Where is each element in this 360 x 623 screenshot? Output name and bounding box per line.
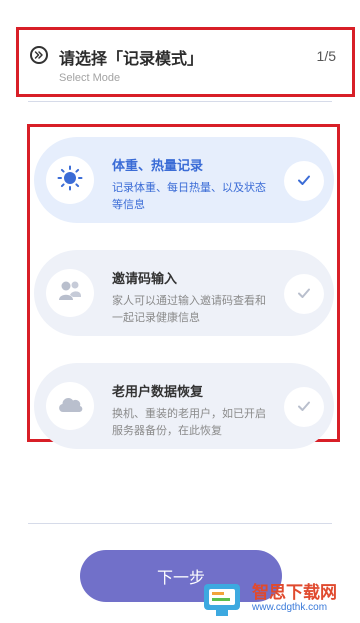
option-icon-wrap: [46, 156, 94, 204]
option-description: 换机、重装的老用户，如已开启服务器备份，在此恢复: [112, 407, 266, 437]
option-icon-wrap: [46, 382, 94, 430]
mode-header: 请选择「记录模式」 Select Mode 1/5: [16, 27, 355, 97]
double-chevron-right-icon: [30, 46, 48, 64]
option-weight-calorie-record[interactable]: 体重、热量记录 记录体重、每日热量、以及状态等信息: [34, 137, 334, 223]
watermark-url: www.cdgthk.com: [252, 602, 328, 613]
sun-icon: [57, 165, 83, 195]
option-title: 老用户数据恢复: [112, 385, 204, 400]
watermark-name: 智思下载网: [252, 583, 337, 603]
bottom-divider: [28, 523, 332, 524]
top-divider: [28, 101, 332, 102]
page-subtitle: Select Mode: [59, 72, 121, 84]
option-description: 记录体重、每日热量、以及状态等信息: [112, 181, 266, 211]
option-restore-data[interactable]: 老用户数据恢复 换机、重装的老用户，如已开启服务器备份，在此恢复: [34, 363, 334, 449]
check-icon: [297, 172, 311, 191]
option-title: 邀请码输入: [112, 272, 178, 287]
step-indicator: 1/5: [316, 48, 336, 64]
page-title: 请选择「记录模式」: [59, 49, 204, 68]
option-invite-code[interactable]: 邀请码输入 家人可以通过输入邀请码查看和一起记录健康信息: [34, 250, 334, 336]
watermark: 智思下载网 www.cdgthk.com: [200, 572, 360, 622]
check-icon: [297, 285, 311, 304]
option-check: [284, 274, 324, 314]
cloud-icon: [56, 393, 84, 419]
mode-options: 体重、热量记录 记录体重、每日热量、以及状态等信息 邀请码输入 家人可以通过输入…: [27, 124, 340, 449]
option-title: 体重、热量记录: [112, 159, 204, 174]
option-check: [284, 161, 324, 201]
people-icon: [57, 278, 83, 308]
check-icon: [297, 398, 311, 417]
watermark-logo-icon: [200, 580, 246, 618]
option-check: [284, 387, 324, 427]
option-description: 家人可以通过输入邀请码查看和一起记录健康信息: [112, 294, 266, 324]
option-icon-wrap: [46, 269, 94, 317]
